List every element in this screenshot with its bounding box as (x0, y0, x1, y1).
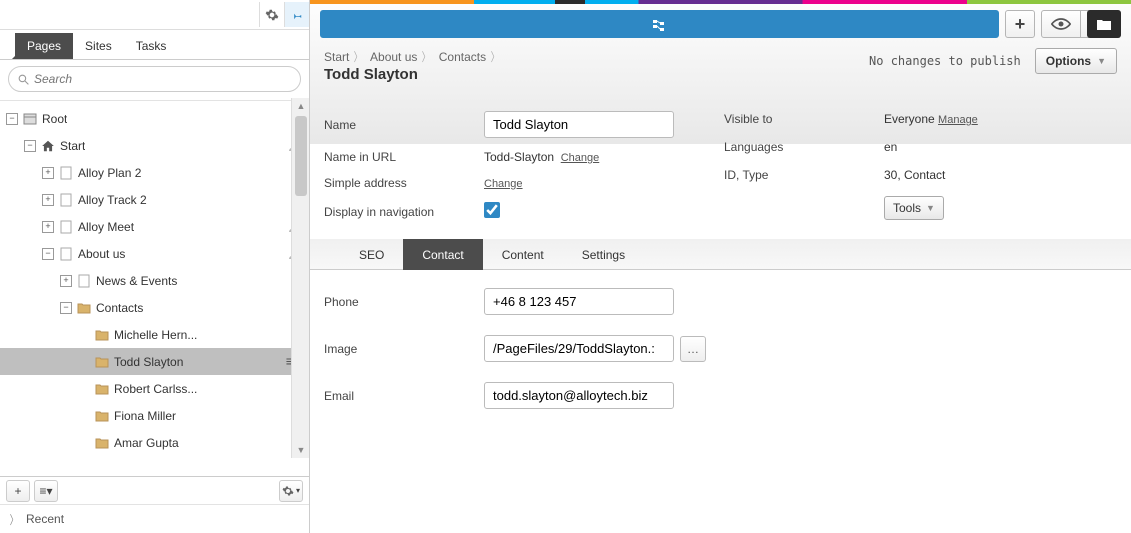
pin-icon[interactable] (284, 2, 309, 27)
preview-button[interactable] (1041, 10, 1081, 38)
tab-content[interactable]: Content (483, 239, 563, 270)
simple-change-link[interactable]: Change (484, 178, 523, 190)
folder-icon (94, 435, 110, 451)
tab-contact[interactable]: Contact (403, 239, 482, 270)
browse-button[interactable]: … (680, 336, 706, 362)
page-title: Todd Slayton (324, 66, 504, 83)
tree-start[interactable]: − Start (0, 132, 309, 159)
tree-root[interactable]: − Root (0, 105, 309, 132)
page-icon (76, 273, 92, 289)
tab-seo[interactable]: SEO (340, 239, 403, 270)
tree-item[interactable]: Robert Carlss... (0, 375, 309, 402)
breadcrumb-item[interactable]: Start (324, 50, 349, 64)
tree-about-us[interactable]: − About us (0, 240, 309, 267)
breadcrumb: Start〉 About us〉 Contacts〉 (324, 48, 504, 65)
tree-item[interactable]: + Alloy Track 2 (0, 186, 309, 213)
folder-icon (76, 300, 92, 316)
display-nav-checkbox[interactable] (484, 202, 500, 218)
email-input[interactable] (484, 382, 674, 409)
languages-label: Languages (724, 140, 884, 154)
folder-icon (94, 381, 110, 397)
tab-sites[interactable]: Sites (73, 33, 124, 59)
visible-label: Visible to (724, 112, 884, 126)
publish-status: No changes to publish (869, 54, 1021, 68)
tree-item[interactable]: + Alloy Meet (0, 213, 309, 240)
url-change-link[interactable]: Change (561, 152, 600, 164)
folder-icon (94, 408, 110, 424)
page-tree: − Root − Start + Alloy Plan 2 + Alloy Tr… (0, 101, 309, 476)
languages-value: en (884, 140, 1074, 154)
phone-label: Phone (324, 295, 484, 309)
toggle-tree-button[interactable] (320, 10, 999, 38)
home-icon (40, 138, 56, 154)
folder-icon (94, 327, 110, 343)
scrollbar[interactable]: ▲ ▼ (291, 98, 309, 458)
tools-button[interactable]: Tools▼ (884, 196, 944, 220)
tree-item[interactable]: Fiona Miller (0, 402, 309, 429)
tree-item[interactable]: + Alloy Plan 2 (0, 159, 309, 186)
page-icon (58, 192, 74, 208)
id-type-value: 30, Contact (884, 168, 1074, 182)
name-input[interactable] (484, 111, 674, 138)
manage-link[interactable]: Manage (938, 114, 978, 126)
tree-item[interactable]: Amar Gupta (0, 429, 309, 456)
settings-button[interactable]: ▾ (279, 480, 303, 502)
options-button[interactable]: Options▼ (1035, 48, 1117, 74)
page-icon (58, 165, 74, 181)
email-label: Email (324, 389, 484, 403)
page-icon (58, 246, 74, 262)
search-input[interactable] (8, 66, 301, 92)
assets-button[interactable] (1087, 10, 1121, 38)
page-icon (58, 219, 74, 235)
root-icon (22, 111, 38, 127)
image-label: Image (324, 342, 484, 356)
folder-icon (94, 354, 110, 370)
tab-tasks[interactable]: Tasks (124, 33, 179, 59)
gear-icon[interactable] (259, 2, 284, 27)
tree-item-selected[interactable]: Todd Slayton ≡▸ (0, 348, 309, 375)
phone-input[interactable] (484, 288, 674, 315)
tree-item[interactable]: Michelle Hern... (0, 321, 309, 348)
recent-panel[interactable]: 〉Recent (0, 505, 309, 533)
display-nav-label: Display in navigation (324, 205, 484, 219)
new-button[interactable]: + (1005, 10, 1035, 38)
image-input[interactable] (484, 335, 674, 362)
breadcrumb-item[interactable]: Contacts (439, 50, 486, 64)
visible-value: Everyone (884, 112, 935, 126)
navigation-pane: Pages Sites Tasks − Root − Start + Alloy… (0, 0, 310, 533)
list-button[interactable]: ≡▾ (34, 480, 58, 502)
name-label: Name (324, 118, 484, 132)
add-button[interactable]: + (6, 480, 30, 502)
search-icon (17, 73, 30, 86)
url-label: Name in URL (324, 150, 484, 164)
tab-settings[interactable]: Settings (563, 239, 644, 270)
tree-item[interactable]: + News & Events (0, 267, 309, 294)
url-value: Todd-Slayton (484, 150, 554, 164)
id-type-label: ID, Type (724, 168, 884, 182)
breadcrumb-item[interactable]: About us (370, 50, 417, 64)
tree-contacts[interactable]: − Contacts (0, 294, 309, 321)
main-content: + Start〉 About us〉 Contacts〉 Todd Slayto… (310, 4, 1131, 533)
simple-address-label: Simple address (324, 176, 484, 190)
